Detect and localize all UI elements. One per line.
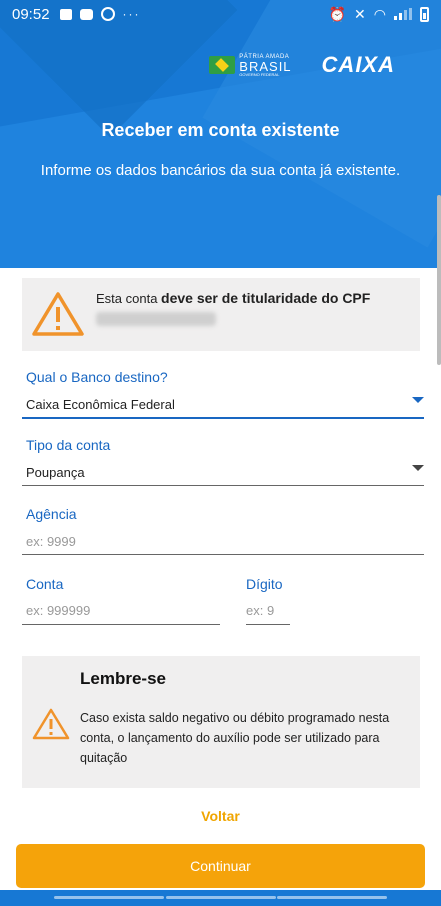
system-nav-bar (0, 890, 441, 906)
status-bar: 09:52 ··· ⏰ ✕ ◠ (0, 0, 441, 28)
page-title: Receber em conta existente (101, 120, 340, 140)
bank-label: Qual o Banco destino? (26, 369, 168, 385)
agency-input[interactable]: ex: 9999 (26, 534, 76, 549)
wifi-icon: ◠ (373, 5, 386, 22)
cpf-notice-prefix: Esta conta (96, 291, 162, 306)
reminder-title: Lembre-se (80, 669, 166, 688)
alarm-icon: ⏰ (328, 5, 347, 22)
mute-icon: ✕ (354, 5, 366, 22)
account-underline (22, 624, 220, 625)
agency-label: Agência (26, 506, 77, 522)
header: 09:52 ··· ⏰ ✕ ◠ PÁTRIA AMADA BRASIL GOVE… (0, 0, 441, 268)
gallery-icon (59, 8, 72, 20)
chevron-down-icon[interactable] (412, 397, 424, 403)
bank-select[interactable]: Caixa Econômica Federal (26, 397, 175, 412)
cpf-notice-text: Esta conta deve ser de titularidade do C… (96, 290, 370, 306)
scrollbar[interactable] (437, 195, 441, 365)
whatsapp-icon (100, 7, 115, 21)
status-right: ⏰ ✕ ◠ (329, 6, 429, 23)
caixa-logo: CAIXA (321, 52, 395, 77)
digit-underline (246, 624, 290, 625)
gov-brasil-logo: PÁTRIA AMADA BRASIL GOVERNO FEDERAL (209, 54, 291, 77)
continue-button[interactable]: Continuar (16, 844, 425, 888)
warning-icon (32, 708, 70, 740)
account-input[interactable]: ex: 999999 (26, 603, 90, 618)
account-type-label: Tipo da conta (26, 437, 111, 453)
agency-underline (22, 554, 424, 555)
logos: PÁTRIA AMADA BRASIL GOVERNO FEDERAL CAIX… (209, 52, 395, 78)
nav-back-handle[interactable] (277, 896, 387, 899)
gov-logo-tiny: GOVERNO FEDERAL (239, 71, 280, 77)
account-label: Conta (26, 576, 64, 592)
back-link[interactable]: Voltar (0, 808, 441, 824)
signal-icon (394, 8, 412, 20)
cpf-redacted (96, 312, 216, 326)
nav-recent-handle[interactable] (54, 896, 164, 899)
battery-icon (420, 6, 429, 22)
warning-icon (32, 292, 84, 336)
page-subtitle: Informe os dados bancários da sua conta … (40, 162, 401, 179)
status-time: 09:52 (12, 5, 50, 23)
bank-select-underline (22, 417, 424, 419)
brazil-flag-icon (209, 56, 236, 74)
cpf-notice-bold: deve ser de titularidade do CPF (161, 290, 371, 306)
digit-input[interactable]: ex: 9 (246, 603, 274, 618)
reminder-text: Caso exista saldo negativo ou débito pro… (80, 711, 390, 765)
more-notifications-icon: ··· (122, 7, 141, 21)
cpf-notice: Esta conta deve ser de titularidade do C… (22, 278, 420, 351)
message-icon (79, 8, 93, 20)
nav-home-handle[interactable] (165, 896, 276, 899)
chevron-down-icon[interactable] (412, 465, 424, 471)
reminder-box: Lembre-se Caso exista saldo negativo ou … (22, 656, 420, 788)
account-type-select[interactable]: Poupança (26, 465, 85, 480)
gov-logo-big: BRASIL (239, 58, 292, 74)
account-type-underline (22, 485, 424, 486)
digit-label: Dígito (246, 576, 283, 592)
